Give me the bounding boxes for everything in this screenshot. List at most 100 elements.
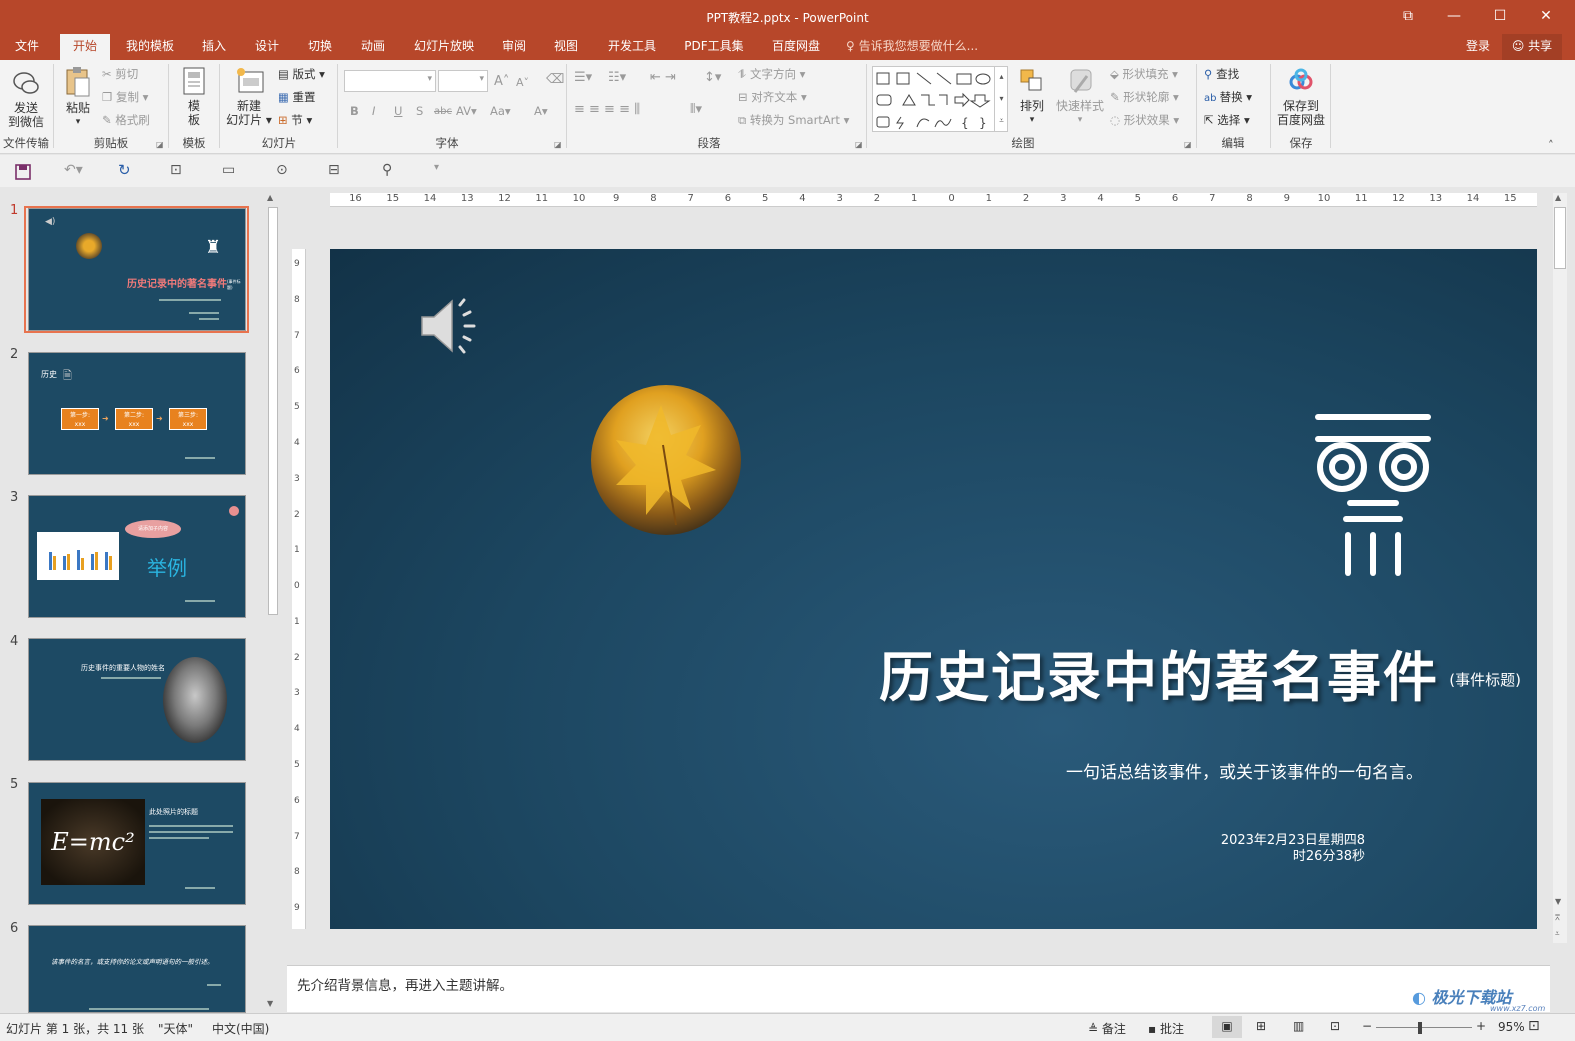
tab-my-templates[interactable]: 我的模板 [118,34,182,60]
present-from-start-icon[interactable]: ⊡ [170,162,182,178]
font-launcher-icon[interactable]: ◪ [554,140,562,149]
tab-review[interactable]: 审阅 [494,34,534,60]
thumbnails-scroll-thumb[interactable] [268,207,278,615]
char-spacing-button[interactable]: AV▾ [456,104,477,118]
slide-thumbnail-3[interactable]: 请添加子内容 举例 [28,495,246,618]
tab-design[interactable]: 设计 [247,34,287,60]
comments-button[interactable]: ▪ 批注 [1148,1020,1184,1037]
slide-thumbnail-1[interactable]: ◀) ♜ 历史记录中的著名事件 (事件标题) [28,208,246,331]
font-color-button[interactable]: A▾ [534,104,548,118]
zoom-out-icon[interactable]: − [1362,1019,1372,1033]
shapes-scroll[interactable]: ▴ ▾ ⩡ [994,66,1008,132]
quick-styles-button[interactable]: 快速样式 ▾ [1054,66,1106,127]
section-button[interactable]: ⊞ 节 ▾ [278,112,312,128]
paragraph-launcher-icon[interactable]: ◪ [855,140,863,149]
slide-title[interactable]: 历史记录中的著名事件 [879,633,1439,712]
next-slide-icon[interactable]: ⩡ [1555,929,1560,939]
minimize-button[interactable]: — [1431,0,1477,34]
maximize-button[interactable]: ☐ [1477,0,1523,34]
slide-thumbnail-4[interactable]: 历史事件的重要人物的姓名 [28,638,246,761]
slide-thumbnail-2[interactable]: 历史 🗎 第一步: xxx ➜ 第二步: xxx ➜ 第三步: xxx [28,352,246,475]
normal-view-button[interactable]: ▣ [1212,1016,1242,1038]
clear-format-icon[interactable]: ⌫ [546,72,564,87]
customize-qat-icon[interactable]: ▾ [434,162,439,173]
save-icon[interactable] [14,163,32,181]
replace-button[interactable]: ab 替换 ▾ [1204,89,1252,105]
reading-view-icon[interactable]: ▥ [1293,1019,1304,1033]
tab-transitions[interactable]: 切换 [300,34,340,60]
text-box-icon[interactable]: ▭ [222,162,235,178]
redo-icon[interactable]: ↻ [118,161,131,179]
zoom-slider-thumb[interactable] [1418,1022,1422,1034]
shadow-button[interactable]: S [416,104,423,118]
collapse-ribbon-icon[interactable]: ˄ [1548,138,1554,152]
share-button[interactable]: ☺ 共享 [1502,34,1562,60]
tab-slideshow[interactable]: 幻灯片放映 [408,34,480,60]
arrange-button[interactable]: 排列 ▾ [1012,66,1052,127]
print-preview-icon[interactable]: ⚲ [382,162,392,178]
template-button[interactable]: 模 板 [174,66,214,127]
thumbnails-scrollbar[interactable]: ▲ ▼ [267,193,279,1013]
slide-title-tag[interactable]: (事件标题) [1449,669,1521,690]
change-case-button[interactable]: Aa▾ [490,104,511,118]
picture-icon[interactable]: ⊙ [276,162,288,178]
bold-button[interactable]: B [350,104,359,118]
italic-button[interactable]: I [372,104,375,118]
language[interactable]: 中文(中国) [212,1020,269,1037]
notes-text[interactable]: 先介绍背景信息，再进入主题讲解。 [297,974,513,994]
font-name-input[interactable]: ▾ [344,70,436,92]
tab-developer[interactable]: 开发工具 [600,34,664,60]
editor-scroll-thumb[interactable] [1554,207,1566,269]
fit-slide-icon[interactable]: ⊡ [1528,1018,1540,1034]
restore-ribbon-icon[interactable]: ⧉ [1385,0,1431,34]
send-to-wechat-button[interactable]: 发送 到微信 [4,68,48,129]
paste-button[interactable]: 粘贴 ▾ [60,66,96,129]
tell-me-box[interactable]: ♀ 告诉我您想要做什么... [846,34,996,60]
select-button[interactable]: ⇱ 选择 ▾ [1204,112,1250,128]
zoom-level[interactable]: 95% [1498,1020,1525,1034]
indent-buttons[interactable]: ⇤ ⇥ [650,70,676,85]
save-to-baidu-button[interactable]: 保存到 百度网盘 [1274,66,1328,127]
tab-insert[interactable]: 插入 [194,34,234,60]
undo-icon[interactable]: ↶▾ [64,162,83,178]
underline-button[interactable]: U [394,104,402,118]
grow-font-button[interactable]: A˄ [494,74,509,89]
editor-scrollbar[interactable]: ▲ ▼ ⩞ ⩡ [1553,193,1567,943]
font-size-input[interactable]: ▾ [438,70,488,92]
tab-pdf-tools[interactable]: PDF工具集 [678,34,750,60]
tab-view[interactable]: 视图 [546,34,586,60]
tab-file[interactable]: 文件 [0,34,54,60]
slide-thumbnail-6[interactable]: 该事件的名言，或支持你的论文或声明语句的一般引述。 [28,925,246,1013]
bullets-button[interactable]: ☰▾ [574,70,592,85]
numbering-button[interactable]: ☷▾ [608,70,626,85]
new-slide-button[interactable]: 新建 幻灯片 ▾ [224,66,274,127]
strikethrough-button[interactable]: abc [434,106,452,117]
slideshow-view-icon[interactable]: ⊡ [1330,1019,1340,1033]
find-button[interactable]: ⚲ 查找 [1204,66,1239,82]
close-button[interactable]: ✕ [1523,0,1569,34]
columns-button[interactable]: ⫴▾ [690,102,702,117]
line-spacing-button[interactable]: ↕▾ [704,70,721,85]
tab-home[interactable]: 开始 [60,34,110,60]
shapes-gallery[interactable]: {} [872,66,1008,132]
format-painter-button[interactable]: ✎ 格式刷 [102,112,150,128]
slide-thumbnail-5[interactable]: E=mc² 此处照片的标题 [28,782,246,905]
zoom-in-icon[interactable]: + [1476,1019,1486,1033]
speaker-icon[interactable] [418,295,482,357]
shape-fill-button[interactable]: ⬙ 形状填充 ▾ [1110,66,1178,82]
login-link[interactable]: 登录 [1458,34,1498,60]
prev-slide-icon[interactable]: ⩞ [1555,913,1560,923]
notes-button[interactable]: ≜ 备注 [1088,1020,1126,1037]
notes-pane[interactable]: 先介绍背景信息，再进入主题讲解。 [287,965,1550,1012]
tab-animations[interactable]: 动画 [353,34,393,60]
reset-button[interactable]: ▦ 重置 [278,89,316,105]
tab-baidu-pan[interactable]: 百度网盘 [764,34,828,60]
smartart-button[interactable]: ⧉ 转换为 SmartArt ▾ [738,112,849,128]
slide-canvas[interactable]: 历史记录中的著名事件 (事件标题) 一句话总结该事件，或关于该事件的一句名言。 … [330,249,1537,929]
slide-sorter-icon[interactable]: ⊞ [1256,1019,1266,1033]
slide-subtitle[interactable]: 一句话总结该事件，或关于该事件的一句名言。 [1066,758,1423,783]
shrink-font-button[interactable]: A˅ [516,76,529,89]
autumn-leaf-image[interactable] [591,385,741,535]
text-direction-button[interactable]: ⥮ 文字方向 ▾ [738,66,805,82]
shape-outline-button[interactable]: ✎ 形状轮廓 ▾ [1110,89,1179,105]
